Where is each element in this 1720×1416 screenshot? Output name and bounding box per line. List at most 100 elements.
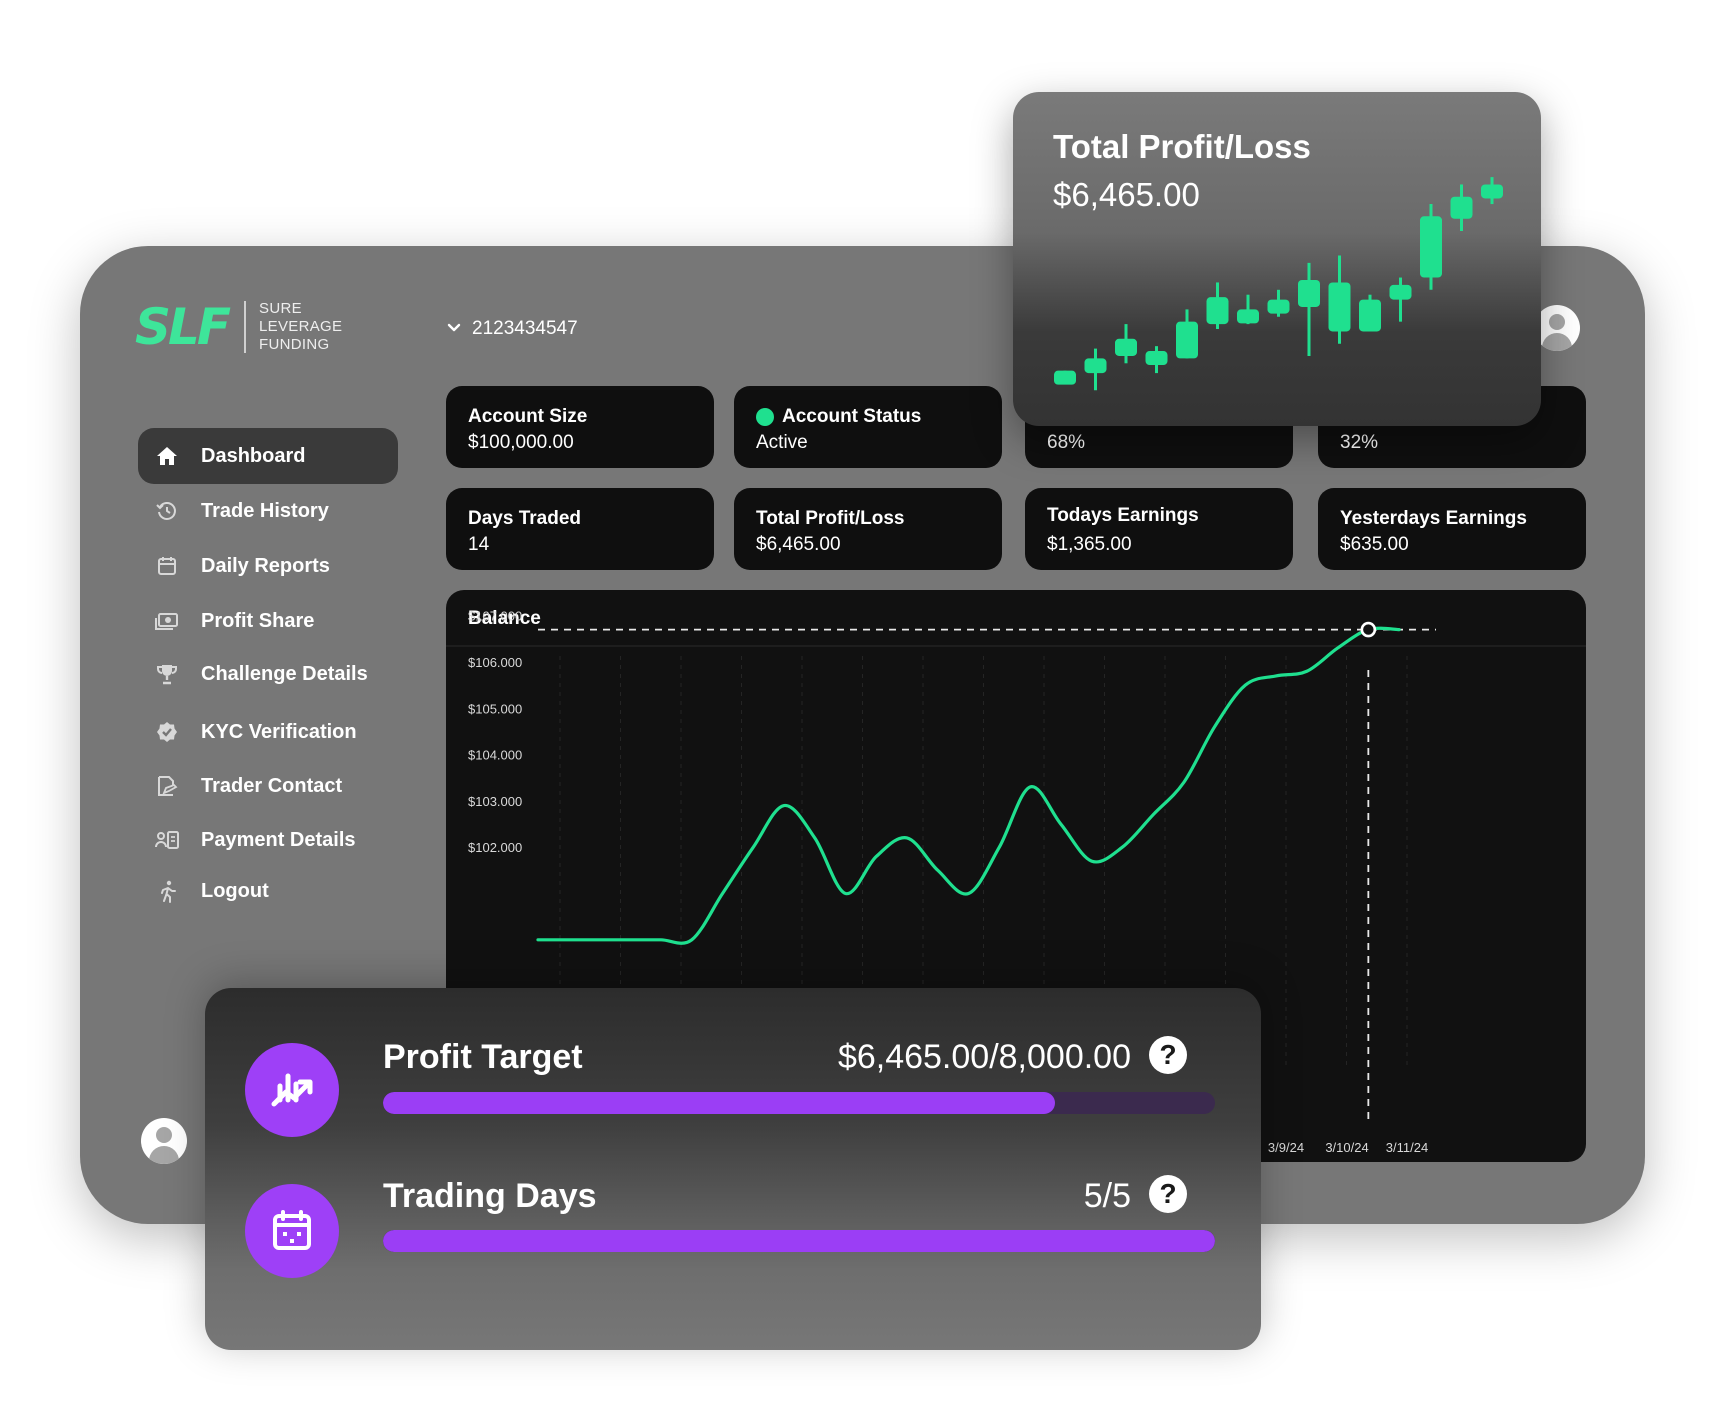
logout-icon [154,878,180,904]
candle-body [1298,280,1320,307]
progress-label: Profit Target [383,1038,583,1076]
stat-value: 68% [1047,432,1086,453]
candle-body [1481,184,1503,199]
y-tick-label: $102.000 [468,840,522,855]
calendar-icon [245,1184,339,1278]
progress-card: Profit Target $6,465.00/8,000.00 ? Tradi… [205,988,1261,1350]
history-icon [154,498,180,524]
sidebar-item-label: Challenge Details [201,662,368,685]
candle-body [1084,358,1107,374]
sidebar-item-label: Profit Share [201,609,315,632]
stat-card-todays-earnings: Todays Earnings $1,365.00 [1025,488,1293,570]
logo-subtitle-line: SURE [259,300,302,317]
sidebar-item-challenge-details[interactable]: Challenge Details [138,646,398,702]
payment-icon [154,827,180,853]
profit-target-progress-bar [383,1092,1215,1114]
chevron-down-icon [446,319,462,340]
trophy-icon [154,661,180,687]
y-tick-label: $106.000 [468,655,522,670]
sidebar-item-label: Trader Contact [201,774,343,797]
sidebar-item-profit-share[interactable]: Profit Share [138,593,398,649]
y-tick-label: $103.000 [468,794,522,809]
stat-value: $100,000.00 [468,432,574,453]
sidebar-item-daily-reports[interactable]: Daily Reports [138,538,398,594]
stat-card-yesterdays-earnings: Yesterdays Earnings $635.00 [1318,488,1586,570]
brand-logo[interactable]: SLF SURE LEVERAGE FUNDING [135,300,342,354]
stat-value: $1,365.00 [1047,534,1132,555]
candle-body [1328,282,1351,332]
account-selector[interactable]: 2123434547 [446,318,578,340]
sidebar-item-label: Daily Reports [201,554,330,577]
logo-subtitle-line: LEVERAGE [259,318,343,335]
account-number: 2123434547 [472,318,578,339]
x-tick-label: 3/10/24 [1325,1140,1368,1155]
y-tick-label: $105.000 [468,701,522,716]
crosshair-point [1360,621,1377,638]
y-tick-label: $107.000 [468,609,522,624]
stat-value: 32% [1340,432,1379,453]
stat-label-text: Account Status [782,406,922,427]
help-icon[interactable]: ? [1149,1175,1187,1213]
money-icon [154,608,180,634]
stat-value: $635.00 [1340,534,1409,555]
stat-card-total-profit-loss: Total Profit/Loss $6,465.00 [734,488,1002,570]
contact-icon [154,773,180,799]
candle-body [1420,216,1442,278]
trading-days-progress-bar [383,1230,1215,1252]
x-tick-label: 3/9/24 [1268,1140,1304,1155]
stat-card-account-status: Account Status Active [734,386,1002,468]
sidebar-item-label: Dashboard [201,444,306,467]
x-tick-label: 3/11/24 [1386,1140,1428,1155]
logo-subtitle-line: FUNDING [259,336,330,353]
candle-body [1389,284,1412,300]
sidebar-item-label: Trade History [201,499,329,522]
sidebar-item-label: Logout [201,879,269,902]
candle-body [1359,299,1381,332]
candle-body [1450,196,1473,219]
logo-subtitle: SURE LEVERAGE FUNDING [259,300,342,354]
stat-label: Total Profit/Loss [756,508,905,529]
sidebar-item-trade-history[interactable]: Trade History [138,483,398,539]
candle-body [1145,351,1168,366]
logo-divider [244,301,247,353]
y-tick-label: $104.000 [468,748,522,763]
calendar-icon [154,553,180,579]
verified-badge-icon [154,719,180,745]
progress-label: Trading Days [383,1177,597,1215]
progress-value: $6,465.00/8,000.00 [837,1038,1131,1076]
candle-body [1206,297,1229,325]
progress-value: 5/5 [1083,1177,1131,1215]
stat-value: 14 [468,534,490,555]
balance-series-line [536,626,1401,945]
sidebar-item-trader-contact[interactable]: Trader Contact [138,758,398,814]
stat-card-days-traded: Days Traded 14 [446,488,714,570]
sidebar-item-kyc-verification[interactable]: KYC Verification [138,704,398,760]
status-indicator-dot [756,408,774,426]
progress-fill [383,1092,1056,1114]
stat-value: $6,465.00 [756,534,841,555]
candle-body [1237,309,1259,324]
sidebar-item-label: Payment Details [201,828,356,851]
sidebar-item-dashboard[interactable]: Dashboard [138,428,398,484]
stat-card-account-size: Account Size $100,000.00 [446,386,714,468]
stat-value: Active [756,432,808,453]
help-icon[interactable]: ? [1149,1036,1187,1074]
stat-label: Yesterdays Earnings [1340,508,1527,529]
home-icon [154,443,180,469]
sidebar-item-label: KYC Verification [201,720,357,743]
stat-label: Days Traded [468,508,581,529]
sidebar-item-payment-details[interactable]: Payment Details [138,812,398,868]
stat-label: Todays Earnings [1047,505,1199,526]
logo-wordmark: SLF [135,298,231,356]
candle-body [1115,338,1137,356]
sidebar-user-avatar[interactable] [141,1118,187,1164]
profit-loss-card: Total Profit/Loss $6,465.00 [1013,92,1541,426]
progress-fill [383,1230,1215,1252]
candle-body [1176,321,1198,359]
stat-label: Account Status [756,406,921,428]
chart-growth-icon [245,1043,339,1137]
candlestick-chart [1054,177,1503,391]
candle-body [1054,370,1076,385]
sidebar-item-logout[interactable]: Logout [138,863,398,919]
stat-label: Account Size [468,406,588,427]
